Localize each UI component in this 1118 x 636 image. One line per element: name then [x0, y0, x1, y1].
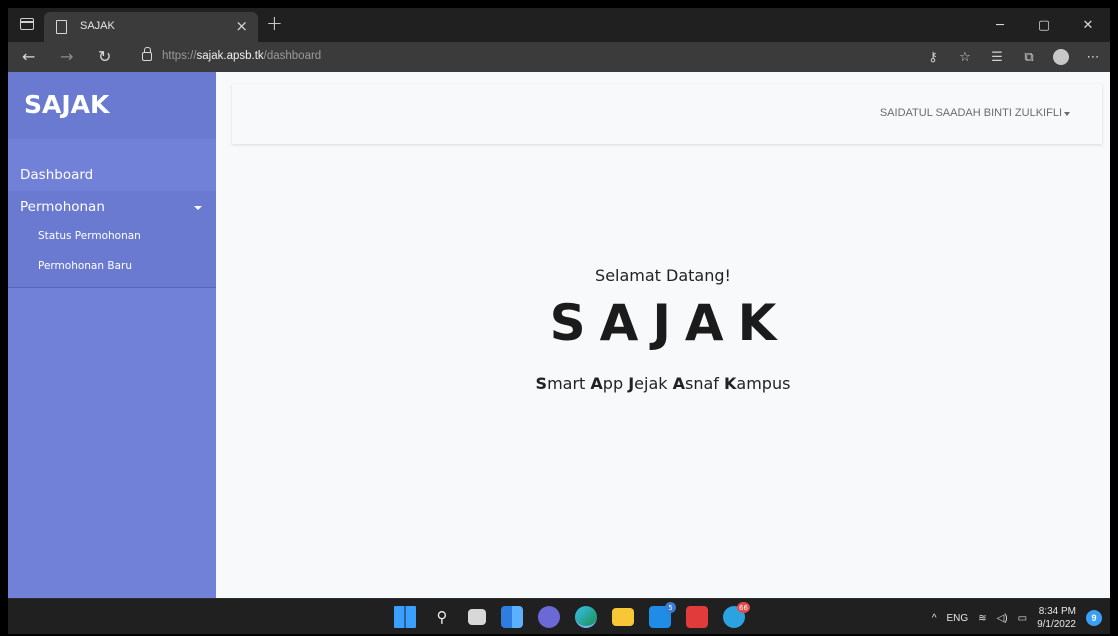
chat-icon[interactable]	[538, 606, 560, 628]
mail-icon[interactable]: 5	[649, 602, 676, 628]
window-controls: ─ ▢ ✕	[978, 8, 1110, 42]
tagline-letter: A	[672, 374, 685, 393]
user-menu[interactable]: SAIDATUL SAADAH BINTI ZULKIFLI	[880, 107, 1062, 119]
browser-tab[interactable]: SAJAK ×	[44, 12, 258, 42]
windows-start-icon[interactable]	[394, 606, 416, 628]
address-bar: ← → ↻ https://sajak.apsb.tk/dashboard ⚷ …	[8, 42, 1110, 72]
tab-actions-icon[interactable]	[20, 18, 34, 30]
close-window-icon[interactable]: ✕	[1066, 8, 1110, 42]
battery-icon[interactable]: ▭	[1018, 613, 1027, 624]
top-navbar: SAIDATUL SAADAH BINTI ZULKIFLI	[232, 84, 1102, 144]
tagline-letter: S	[535, 374, 548, 393]
widgets-icon[interactable]	[501, 606, 523, 628]
welcome-text: Selamat Datang!	[595, 266, 731, 285]
favorites-icon[interactable]: ☰	[988, 48, 1006, 66]
back-icon[interactable]: ←	[22, 47, 35, 66]
tagline-word: pp	[602, 374, 629, 393]
screen: SAJAK × + ─ ▢ ✕ ← → ↻ https://sajak.apsb…	[8, 8, 1110, 634]
new-tab-button[interactable]: +	[266, 11, 283, 35]
file-explorer-icon[interactable]	[612, 608, 634, 626]
language-indicator[interactable]: ENG	[947, 613, 969, 624]
tagline-word: mart	[547, 374, 591, 393]
system-tray: ^ ENG ≋ ◁) ▭ 8:34 PM 9/1/2022 9	[932, 605, 1102, 631]
tagline-word: ejak	[634, 374, 673, 393]
edge-icon[interactable]	[575, 606, 597, 628]
clock[interactable]: 8:34 PM 9/1/2022	[1037, 605, 1076, 631]
web-page: SAJAK Dashboard Permohonan Status Permoh…	[8, 72, 1110, 598]
user-caret-icon[interactable]	[1064, 112, 1070, 116]
key-icon[interactable]: ⚷	[924, 48, 942, 66]
url-prefix: https://	[162, 50, 197, 62]
clock-date: 9/1/2022	[1037, 619, 1076, 630]
task-view-icon[interactable]	[468, 609, 486, 625]
wifi-icon[interactable]: ≋	[978, 613, 986, 624]
toolbar-icons: ⚷ ☆ ☰ ⧉ ⋯	[924, 48, 1102, 66]
sidebar-item-permohonan-baru[interactable]: Permohonan Baru	[8, 253, 216, 283]
notification-badge[interactable]: 9	[1086, 610, 1102, 626]
url-path: /dashboard	[263, 50, 322, 62]
tab-title: SAJAK	[80, 20, 115, 32]
telegram-badge: 66	[737, 602, 750, 613]
tagline-letter: K	[724, 374, 737, 393]
add-favorite-icon[interactable]: ☆	[956, 48, 974, 66]
sidebar: SAJAK Dashboard Permohonan Status Permoh…	[8, 72, 216, 598]
clock-time: 8:34 PM	[1038, 606, 1076, 617]
more-icon[interactable]: ⋯	[1084, 48, 1102, 66]
wps-office-icon[interactable]	[686, 606, 708, 628]
search-icon[interactable]: ⚲	[431, 606, 453, 628]
tagline-word: snaf	[685, 374, 724, 393]
chevron-down-icon[interactable]	[194, 206, 202, 210]
taskbar-apps: ⚲ 5 66	[394, 602, 750, 628]
browser-tab-bar: SAJAK × + ─ ▢ ✕	[8, 8, 1110, 42]
brand-logo[interactable]: SAJAK	[8, 72, 216, 139]
close-tab-icon[interactable]: ×	[235, 17, 248, 35]
windows-taskbar: ⚲ 5 66 ^ ENG ≋ ◁) ▭ 8:34 PM 9/1/2022 9	[8, 598, 1110, 634]
sidebar-menu: Dashboard Permohonan Status Permohonan P…	[8, 139, 216, 288]
refresh-icon[interactable]: ↻	[98, 47, 111, 66]
main-content: SAIDATUL SAADAH BINTI ZULKIFLI Selamat D…	[216, 72, 1110, 598]
chevron-up-icon[interactable]: ^	[932, 613, 937, 624]
sidebar-item-dashboard[interactable]: Dashboard	[8, 159, 216, 191]
url-field[interactable]: https://sajak.apsb.tk/dashboard	[162, 50, 321, 62]
minimize-icon[interactable]: ─	[978, 8, 1022, 42]
sidebar-item-permohonan[interactable]: Permohonan	[8, 191, 216, 223]
volume-icon[interactable]: ◁)	[997, 613, 1008, 624]
sidebar-group-permohonan: Permohonan Status Permohonan Permohonan …	[8, 191, 216, 288]
profile-icon[interactable]	[1052, 48, 1070, 66]
collections-icon[interactable]: ⧉	[1020, 48, 1038, 66]
url-host: sajak.apsb.tk	[196, 50, 264, 62]
telegram-icon[interactable]: 66	[723, 602, 750, 628]
forward-icon[interactable]: →	[60, 47, 73, 66]
sidebar-item-status-permohonan[interactable]: Status Permohonan	[8, 223, 216, 253]
page-icon	[56, 20, 67, 34]
tagline-letter: A	[590, 374, 603, 393]
lock-icon[interactable]	[142, 47, 152, 61]
tagline: Smart App Jejak Asnaf Kampus	[216, 374, 1110, 393]
mail-badge: 5	[665, 602, 676, 613]
restore-icon[interactable]: ▢	[1022, 8, 1066, 42]
hero-title: SAJAK	[549, 294, 791, 352]
tagline-word: ampus	[736, 374, 791, 393]
